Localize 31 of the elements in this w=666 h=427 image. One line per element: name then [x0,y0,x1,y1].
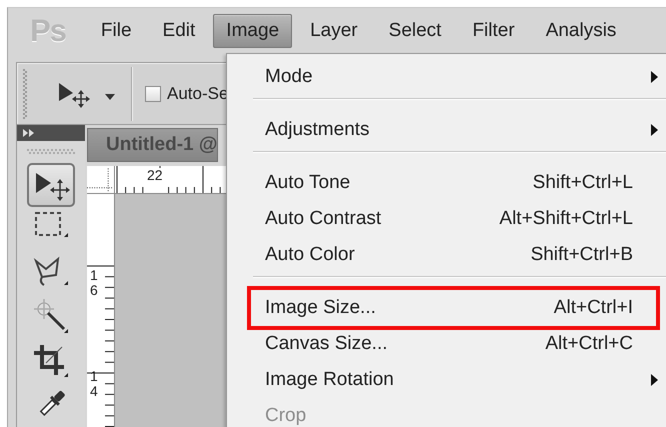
shortcut-text: Shift+Ctrl+L [532,172,633,194]
menu-bar-item[interactable]: File [88,14,145,48]
ruler-label: 22 [147,168,163,193]
checkbox[interactable] [145,86,161,102]
caret-icon [105,94,115,100]
menu-bar-item[interactable]: Edit [150,14,208,48]
menu-bar-item[interactable]: Filter [459,14,528,48]
tool-button[interactable] [27,163,75,207]
menu-item[interactable]: Adjustments [247,112,660,148]
menu-item[interactable]: Auto Contrast Alt+Shift+Ctrl+L [247,201,660,237]
menu-bar-item[interactable]: Layer [297,14,371,48]
checkbox-label: Auto-Se [167,84,228,104]
menu-item[interactable]: Mode [247,59,660,95]
shortcut-text: Alt+Ctrl+C [545,333,633,355]
menu-bar-item[interactable]: Select [376,14,454,48]
crop-icon [32,343,70,379]
ruler-origin-icon [87,166,114,194]
shortcut-text: Alt+Shift+Ctrl+L [499,208,633,230]
menu-bar-item[interactable]: Image [213,14,292,48]
grip-icon [23,68,27,118]
menu-bar-item[interactable]: Analysis [532,14,630,48]
menu-item[interactable]: Auto Tone Shift+Ctrl+L [247,165,660,201]
menu-item[interactable]: Image Rotation [247,362,660,398]
shortcut-text: Alt+Ctrl+I [554,297,633,319]
menu-item[interactable]: Image Size... Alt+Ctrl+I [247,286,660,330]
menu-item[interactable]: Auto Color Shift+Ctrl+B [247,237,660,273]
grip-icon [27,149,75,155]
wand-icon [32,299,70,335]
ruler-label: 16 [90,268,99,298]
collapse-icon [23,129,35,137]
shortcut-text: Shift+Ctrl+B [530,244,633,266]
